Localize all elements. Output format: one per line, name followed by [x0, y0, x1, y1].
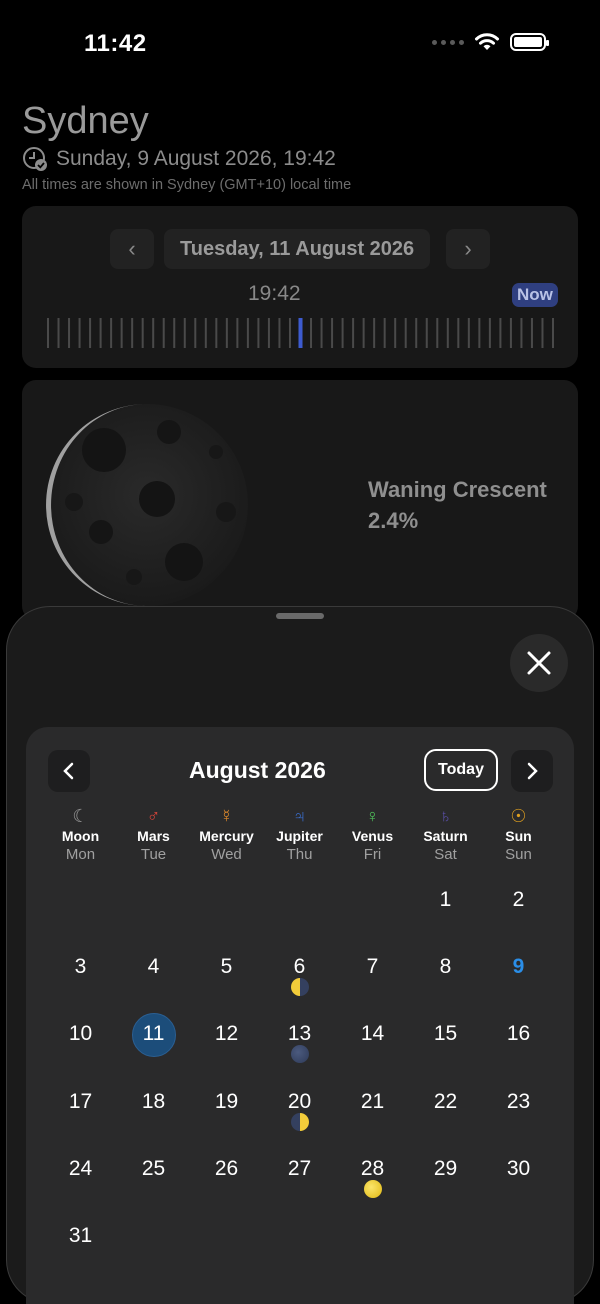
- jupiter-symbol-icon: ♃: [292, 806, 307, 826]
- saturn-symbol-icon: ♄: [438, 806, 453, 826]
- moon-symbol-icon: ☾: [72, 806, 89, 826]
- calendar-day[interactable]: 4: [117, 955, 190, 979]
- calendar-day[interactable]: 5: [190, 955, 263, 979]
- venus-symbol-icon: ♀: [365, 806, 380, 826]
- calendar-day[interactable]: 10: [44, 1022, 117, 1046]
- calendar-day[interactable]: 20: [263, 1090, 336, 1114]
- current-datetime: Sunday, 9 August 2026, 19:42: [22, 146, 336, 172]
- timezone-note: All times are shown in Sydney (GMT+10) l…: [22, 177, 352, 193]
- chevron-right-icon: ›: [464, 236, 472, 261]
- sheet-drag-handle[interactable]: [276, 613, 324, 619]
- calendar-day[interactable]: 1: [409, 888, 482, 912]
- calendar-day[interactable]: 29: [409, 1157, 482, 1181]
- weekday-sat: ♄ Saturn Sat: [409, 805, 482, 863]
- calendar-day[interactable]: 24: [44, 1157, 117, 1181]
- weekday-label: Thu: [286, 846, 313, 863]
- chevron-left-icon: ‹: [128, 236, 136, 261]
- close-icon: [527, 651, 551, 675]
- weekday-thu: ♃ Jupiter Thu: [263, 805, 336, 863]
- status-icons: [432, 32, 549, 52]
- calendar-day[interactable]: 27: [263, 1157, 336, 1181]
- calendar-day[interactable]: 2: [482, 888, 555, 912]
- clock-check-icon: [23, 147, 47, 171]
- battery-icon: [510, 33, 549, 51]
- planet-label: Mars: [137, 828, 170, 844]
- calendar-day[interactable]: 19: [190, 1090, 263, 1114]
- next-day-button[interactable]: ›: [446, 229, 490, 269]
- today-button[interactable]: Today: [424, 749, 498, 791]
- moon-illumination: 2.4%: [368, 508, 419, 533]
- planet-label: Sun: [505, 828, 532, 844]
- planet-label: Saturn: [423, 828, 468, 844]
- city-title: Sydney: [22, 100, 149, 142]
- weekday-label: Fri: [363, 846, 382, 863]
- calendar-day[interactable]: 18: [117, 1090, 190, 1114]
- calendar-day[interactable]: 9: [482, 955, 555, 979]
- weekday-label: Sat: [434, 846, 457, 863]
- first-quarter-icon: [290, 1113, 309, 1131]
- calendar-day[interactable]: 22: [409, 1090, 482, 1114]
- calendar-day[interactable]: 30: [482, 1157, 555, 1181]
- calendar-day[interactable]: 17: [44, 1090, 117, 1114]
- weekday-sun: ☉ Sun Sun: [482, 805, 555, 863]
- calendar-day[interactable]: 15: [409, 1022, 482, 1046]
- selected-time: 19:42: [248, 282, 301, 305]
- close-button[interactable]: [510, 634, 568, 692]
- selected-date-label: Tuesday, 11 August 2026: [180, 237, 415, 260]
- moon-illustration: [46, 404, 248, 606]
- new-moon-icon: [290, 1045, 309, 1063]
- last-quarter-icon: [290, 978, 309, 996]
- full-moon-icon: [363, 1180, 382, 1198]
- weekday-mon: ☾ Moon Mon: [44, 805, 117, 863]
- calendar-day[interactable]: 31: [44, 1224, 117, 1248]
- weekday-label: Mon: [65, 846, 96, 863]
- weekday-label: Sun: [505, 846, 532, 863]
- cellular-signal-icon: [432, 39, 464, 45]
- calendar-day[interactable]: 11: [117, 1022, 190, 1046]
- calendar-day[interactable]: 23: [482, 1090, 555, 1114]
- sun-symbol-icon: ☉: [510, 806, 527, 826]
- calendar-day[interactable]: 14: [336, 1022, 409, 1046]
- prev-month-button[interactable]: [48, 750, 90, 792]
- weekday-label: Wed: [211, 846, 242, 863]
- time-slider[interactable]: [47, 316, 554, 350]
- calendar-day[interactable]: 7: [336, 955, 409, 979]
- planet-label: Moon: [61, 828, 100, 844]
- planet-label: Venus: [351, 828, 394, 844]
- calendar-day[interactable]: 8: [409, 955, 482, 979]
- now-button[interactable]: Now: [512, 283, 558, 307]
- chevron-right-icon: [527, 762, 538, 780]
- weekday-tue: ♂ Mars Tue: [117, 805, 190, 863]
- calendar-day[interactable]: 21: [336, 1090, 409, 1114]
- status-time: 11:42: [84, 30, 147, 57]
- weekday-fri: ♀ Venus Fri: [336, 805, 409, 863]
- calendar-day[interactable]: 28: [336, 1157, 409, 1181]
- mars-symbol-icon: ♂: [146, 806, 161, 826]
- chevron-left-icon: [63, 762, 74, 780]
- planet-label: Jupiter: [276, 828, 323, 844]
- mercury-symbol-icon: ☿: [219, 806, 234, 826]
- calendar-day[interactable]: 13: [263, 1022, 336, 1046]
- weekday-wed: ☿ Mercury Wed: [190, 805, 263, 863]
- calendar-day[interactable]: 16: [482, 1022, 555, 1046]
- calendar-day[interactable]: 12: [190, 1022, 263, 1046]
- calendar-month-title: August 2026: [189, 757, 326, 783]
- selected-date-button[interactable]: Tuesday, 11 August 2026: [164, 229, 431, 269]
- prev-day-button[interactable]: ‹: [110, 229, 154, 269]
- current-datetime-text: Sunday, 9 August 2026, 19:42: [56, 147, 336, 170]
- wifi-icon: [475, 33, 499, 50]
- calendar-day[interactable]: 25: [117, 1157, 190, 1181]
- moon-phase-name: Waning Crescent: [368, 477, 547, 502]
- calendar-day[interactable]: 3: [44, 955, 117, 979]
- next-month-button[interactable]: [511, 750, 553, 792]
- calendar-day[interactable]: 6: [263, 955, 336, 979]
- planet-label: Mercury: [199, 828, 254, 844]
- weekday-label: Tue: [140, 846, 167, 863]
- calendar-day[interactable]: 26: [190, 1157, 263, 1181]
